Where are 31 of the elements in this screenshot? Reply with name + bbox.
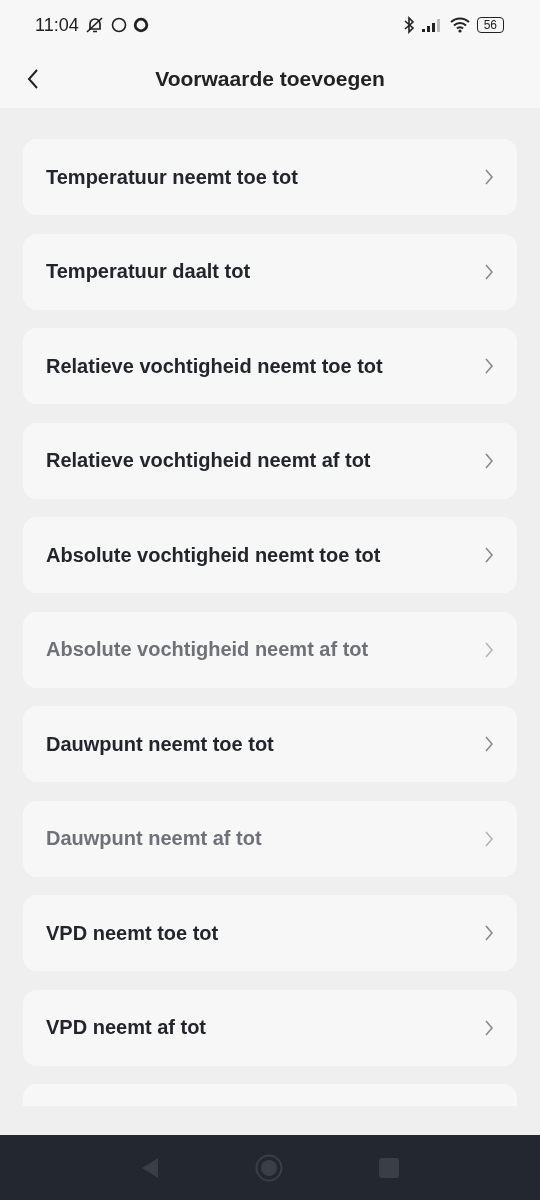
condition-item[interactable]: Temperatuur neemt toe tot — [23, 139, 517, 215]
wifi-icon — [448, 17, 471, 33]
chevron-icon — [484, 640, 494, 659]
home-nav-icon[interactable] — [255, 1153, 283, 1182]
chevron-icon — [484, 168, 494, 186]
chevron-icon — [484, 357, 494, 375]
battery-level: 56 — [476, 17, 504, 33]
chevron-icon — [484, 451, 494, 470]
page-title: Voorwaarde toevoegen — [155, 67, 385, 91]
condition-item[interactable]: Dauwpunt neemt toe tot — [23, 706, 517, 782]
back-icon[interactable] — [26, 68, 40, 90]
condition-item[interactable]: Relatieve vochtigheid neemt toe tot — [23, 328, 517, 404]
bluetooth-icon — [402, 16, 415, 34]
condition-item[interactable]: VPD neemt af tot — [23, 989, 517, 1066]
condition-item[interactable]: Relatieve vochtigheid neemt af tot — [23, 422, 517, 499]
condition-item[interactable]: VPD neemt toe tot — [23, 895, 517, 971]
chevron-icon — [484, 829, 494, 848]
status-time: 11:04 — [35, 14, 79, 36]
chevron-icon — [484, 546, 494, 564]
chevron-icon — [484, 924, 494, 942]
muted-bell-icon — [84, 16, 105, 34]
chevron-icon — [484, 1018, 494, 1037]
chevron-icon — [484, 735, 494, 753]
condition-item[interactable]: Absolute vochtigheid neemt toe tot — [23, 517, 517, 593]
chevron-icon — [484, 262, 494, 281]
back-nav-icon[interactable] — [140, 1156, 160, 1179]
condition-item[interactable]: Temperatuur daalt tot — [23, 233, 517, 310]
signal-icon — [420, 17, 443, 33]
circle-icon — [110, 17, 127, 33]
recents-nav-icon[interactable] — [378, 1156, 400, 1179]
ring-icon — [132, 17, 149, 33]
